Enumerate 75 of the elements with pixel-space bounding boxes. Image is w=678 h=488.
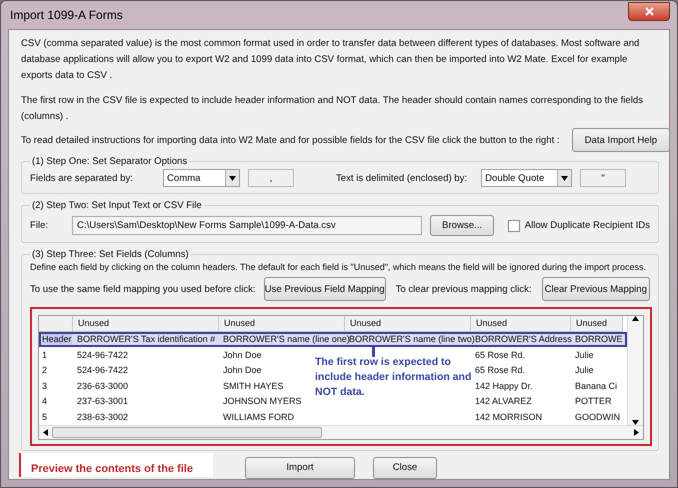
delimiter-select[interactable]: Double Quote <box>481 169 572 187</box>
group-legend: (3) Step Three: Set Fields (Columns) <box>30 249 191 260</box>
table-cell: 65 Rose Rd. <box>475 350 526 360</box>
checkbox-label: Allow Duplicate Recipient IDs <box>524 220 650 231</box>
row-label[interactable]: Header <box>42 334 72 344</box>
table-cell: Julie <box>575 365 594 376</box>
table-cell: 524-96-7422 <box>77 365 128 376</box>
preview-caption: Preview the contents of the file <box>19 452 213 476</box>
row-label[interactable]: 2 <box>42 365 48 376</box>
group-legend: (2) Step Two: Set Input Text or CSV File <box>30 200 204 211</box>
vertical-scrollbar[interactable] <box>627 316 643 424</box>
table-cell: POTTER <box>575 396 612 406</box>
dialog-button[interactable]: Close <box>372 456 437 478</box>
table-cell: BORROWER'S Tax identification # <box>77 334 216 344</box>
separator-select[interactable]: Comma <box>162 169 240 187</box>
column-header[interactable]: Unused <box>345 316 471 332</box>
row-label[interactable]: 4 <box>42 396 48 406</box>
clear-mapping-button[interactable]: Clear Previous Mapping <box>542 277 650 301</box>
column-header[interactable]: Unused <box>471 316 571 332</box>
table-cell: 65 Rose Rd. <box>475 365 526 376</box>
scroll-up-icon[interactable] <box>632 316 639 321</box>
window-title: Import 1099-A Forms <box>9 8 123 22</box>
intro-paragraph: The first row in the CSV file is expected to include header information and NOT data. The header should contain names corresponding to the fields (columns) . <box>21 94 644 124</box>
table-cell: BORROWER'S Address <box>475 334 572 344</box>
use-previous-mapping-button[interactable]: Use Previous Field Mapping <box>264 277 386 301</box>
table-cell: John Doe <box>223 365 262 376</box>
checkbox[interactable] <box>508 220 520 232</box>
file-path-field[interactable]: C:\Users\Sam\Desktop\New Forms Sample\1099-A-Data.csv <box>72 216 422 235</box>
table-cell: SMITH HAYES <box>223 380 284 391</box>
table-cell: 142 MORRISON <box>475 412 542 422</box>
column-header[interactable]: Unused <box>219 316 345 332</box>
table-cell: 524-96-7422 <box>77 350 128 360</box>
row-label[interactable]: 1 <box>42 350 48 360</box>
corner-cell <box>39 316 73 332</box>
close-icon <box>644 6 654 16</box>
table-cell: Julie <box>575 350 594 360</box>
table-cell: 142 Happy Dr. <box>475 380 533 391</box>
table-cell: 142 ALVAREZ <box>475 396 532 406</box>
field-label: Fields are separated by: <box>30 172 133 184</box>
row-label[interactable]: 5 <box>42 412 48 422</box>
dialog-button[interactable]: Import <box>244 456 355 478</box>
step-description: Define each field by clicking on the column headers. The default for each field is "Unused", which means the field will be ignored during the import process. <box>30 262 648 272</box>
scrollbar-thumb[interactable] <box>52 426 322 438</box>
mapping-label: To clear previous mapping click: <box>396 284 532 294</box>
close-button[interactable] <box>628 2 670 20</box>
group-legend: (1) Step One: Set Separator Options <box>30 156 190 167</box>
scroll-left-icon[interactable] <box>43 428 48 436</box>
table-cell: BORROWE <box>575 334 623 344</box>
scroll-right-icon[interactable] <box>634 428 639 436</box>
table-cell: Banana Ci <box>575 380 618 391</box>
table-cell: BORROWER'S name (line one) <box>223 334 350 344</box>
data-import-help-button[interactable]: Data Import Help <box>572 128 670 152</box>
field-label: File: <box>30 220 50 231</box>
help-text: To read detailed instructions for importing data into W2 Mate and for possible fields for the CSV file click the button to the right : <box>21 134 560 146</box>
dropdown-arrow-icon[interactable] <box>561 176 568 180</box>
table-cell: GOODWIN <box>575 412 620 422</box>
separator-char-field: , <box>248 169 294 187</box>
row-label[interactable]: 3 <box>42 380 48 391</box>
table-cell: WILLIAMS FORD <box>223 412 294 422</box>
mapping-label: To use the same field mapping you used before click: <box>30 284 256 294</box>
table-cell: 238-63-3002 <box>77 412 128 422</box>
table-cell: JOHNSON MYERS <box>223 396 302 406</box>
dropdown-arrow-icon[interactable] <box>228 176 236 180</box>
field-label: Text is delimited (enclosed) by: <box>336 172 468 184</box>
intro-paragraph: CSV (comma separated value) is the most common format used in order to transfer data between different types of databases. Most software and database applications will allow you to export W2 and 1099 data into CSV format, which can then be imported into W2 Mate. Excel for example exports data to CSV . <box>21 37 640 83</box>
column-header[interactable]: Unused <box>571 316 623 332</box>
table-cell: 236-63-3000 <box>77 380 128 391</box>
table-cell: John Doe <box>223 350 262 360</box>
column-header[interactable]: Unused <box>73 316 219 332</box>
browse-button[interactable]: Browse... <box>430 215 494 236</box>
table-cell: 237-63-3001 <box>77 396 128 406</box>
table-cell: BORROWER'S name (line two) <box>349 334 475 344</box>
callout-text: The first row is expected to include header information and NOT data. <box>315 355 472 400</box>
horizontal-scrollbar[interactable] <box>39 424 643 438</box>
delimiter-char-field: " <box>580 169 626 187</box>
